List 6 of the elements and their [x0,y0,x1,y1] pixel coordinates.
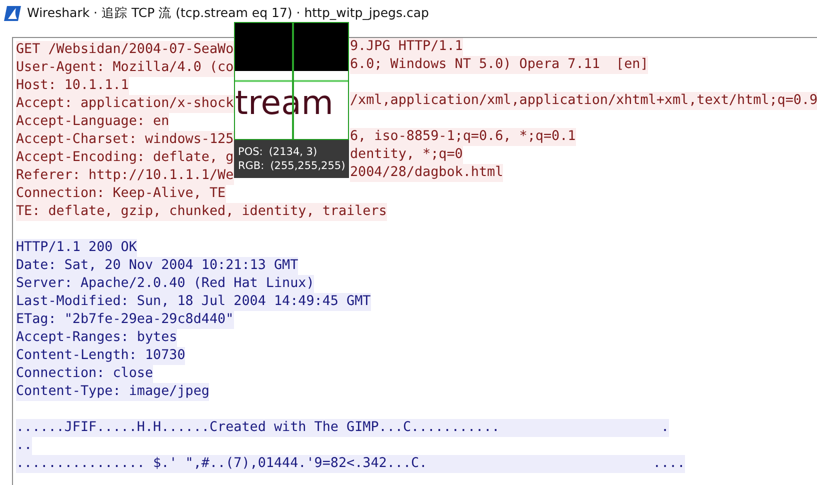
window-title: Wireshark · 追踪 TCP 流 (tcp.stream eq 17) · http_witp_jpegs.cap [27,4,429,22]
rgb-value: (255,255,255) [270,160,346,172]
shark-fin-icon [4,6,21,20]
rgb-label: RGB: [238,160,264,172]
pos-value: (2134, 3) [268,146,318,158]
pos-label: POS: [238,146,263,158]
